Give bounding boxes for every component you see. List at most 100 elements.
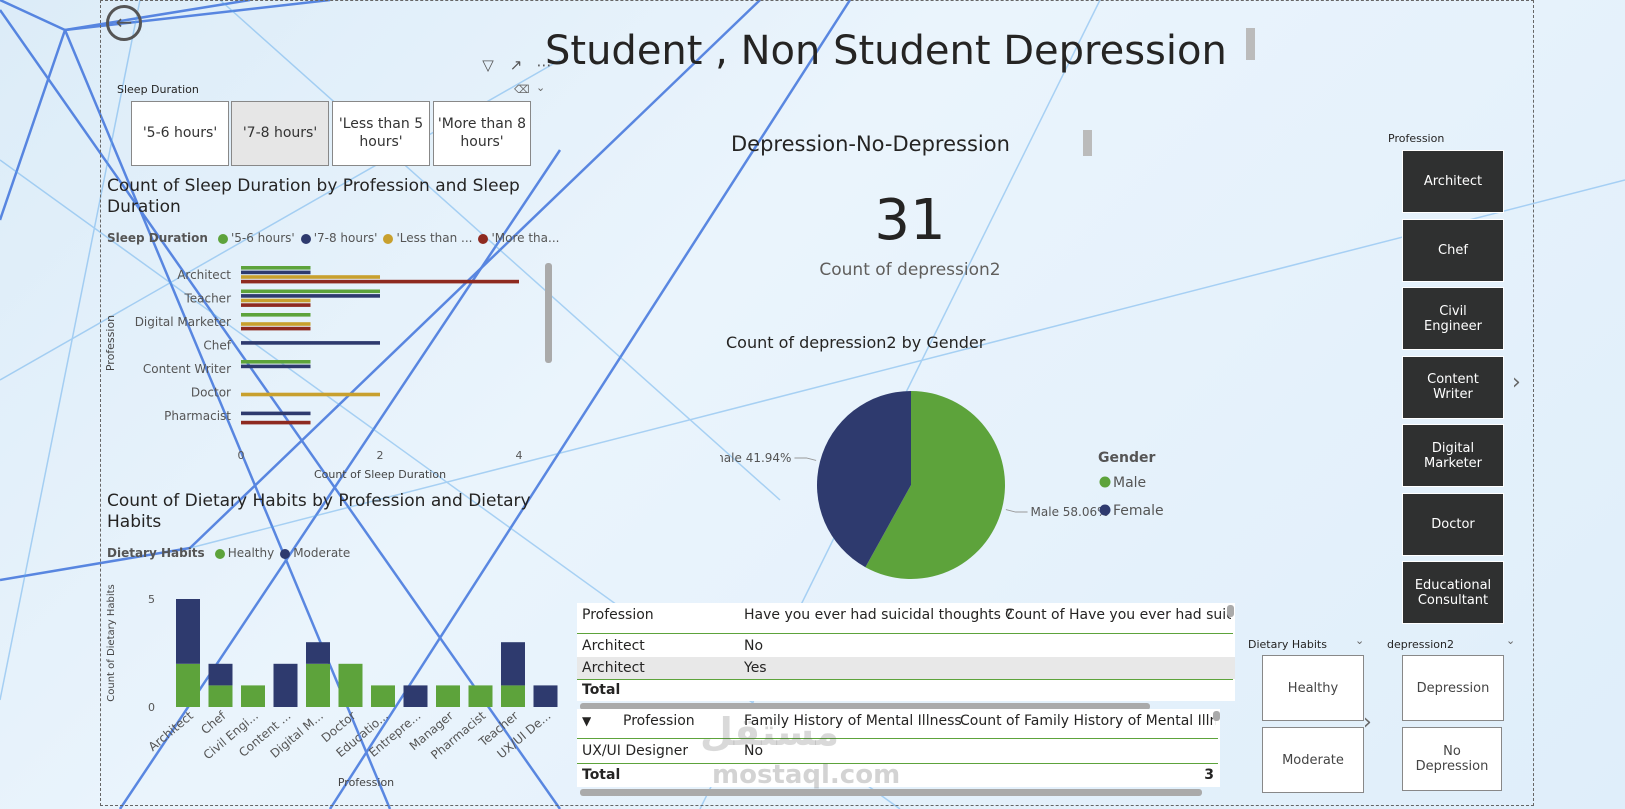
table-scrollbar[interactable]: [1213, 711, 1220, 721]
slice-label: Male 58.06%: [1031, 505, 1109, 519]
eraser-icon[interactable]: ⌫: [514, 83, 530, 96]
bar-segment: [468, 685, 493, 707]
sleep-chart-legend: Sleep Duration '5-6 hours' '7-8 hours' '…: [107, 231, 559, 245]
profession-option[interactable]: Content Writer: [1402, 355, 1504, 419]
legend-marker: [1099, 504, 1111, 516]
column-header[interactable]: Profession: [623, 710, 695, 732]
y-axis-label: Count of Dietary Habits: [106, 584, 117, 702]
diet-option-healthy[interactable]: Healthy: [1262, 655, 1364, 721]
bar-segment: [338, 663, 363, 707]
category-label: Teacher: [183, 291, 231, 305]
focus-mode-icon[interactable]: ↗: [506, 56, 526, 74]
bar: [241, 303, 311, 307]
gender-pie-chart: Male 58.06% Female 41.94% Gender Male Female: [720, 391, 1164, 579]
sleep-chart-scrollbar[interactable]: [545, 263, 552, 363]
bar: [241, 313, 311, 317]
table-row: Architect Yes: [577, 657, 1235, 679]
x-tick-label: 2: [377, 449, 384, 462]
pie-chart-title: Count of depression2 by Gender: [726, 333, 986, 352]
sleep-option-less-5[interactable]: 'Less than 5 hours': [332, 101, 430, 166]
bar: [241, 411, 311, 416]
bar-segment: [533, 685, 558, 707]
y-tick-label: 0: [148, 701, 155, 714]
kpi-value: 31: [874, 188, 946, 253]
bar-segment: [501, 685, 525, 707]
x-axis-label: Profession: [338, 776, 394, 789]
table-header: Profession Have you ever had suicidal th…: [577, 604, 1235, 626]
sleep-option-7-8[interactable]: '7-8 hours': [231, 101, 329, 166]
leader-line: [1005, 509, 1028, 513]
legend-item: Moderate: [280, 546, 350, 560]
column-header[interactable]: Have you ever had suicidal thoughts ?: [744, 604, 1013, 626]
dietary-habits-stacked-column-chart: Architect ChefCivil Engi...Content ...Dig…: [106, 584, 558, 789]
table-row: Architect No: [582, 638, 764, 654]
category-label: Doctor: [191, 385, 231, 399]
category-label: Content Writer: [143, 362, 231, 376]
bar: [241, 294, 380, 298]
bar: [241, 341, 380, 345]
column-header[interactable]: Profession: [582, 604, 654, 626]
category-label: Architect: [146, 708, 196, 754]
category-label: Architect: [177, 268, 231, 282]
bar: [241, 420, 311, 425]
sleep-duration-slicer: Sleep Duration ⌫ ⌄ '5-6 hours' '7-8 hour…: [110, 80, 555, 172]
filter-icon[interactable]: ▽: [478, 56, 498, 74]
table-scrollbar[interactable]: [1227, 605, 1234, 617]
legend-title: Gender: [1098, 450, 1155, 466]
sleep-option-5-6[interactable]: '5-6 hours': [131, 101, 229, 166]
bar: [241, 298, 311, 303]
chevron-down-icon[interactable]: ⌄: [536, 81, 545, 94]
chevron-down-icon[interactable]: ▼: [582, 710, 591, 732]
more-options-icon[interactable]: ⋯: [534, 56, 554, 74]
sleep-option-more-8[interactable]: 'More than 8 hours': [433, 101, 531, 166]
leader-line: [794, 457, 817, 461]
diet-slicer-title: Dietary Habits: [1248, 638, 1327, 651]
y-tick-label: 5: [148, 593, 155, 606]
scrollbar[interactable]: [1246, 28, 1255, 60]
bar-segment: [501, 642, 525, 686]
bar-segment: [436, 685, 460, 707]
bar: [241, 322, 311, 326]
visual-header: ▽ ↗ ⋯: [478, 56, 554, 74]
profession-option[interactable]: Educational Consultant: [1402, 561, 1504, 624]
profession-slicer-title: Profession: [1388, 132, 1445, 145]
legend-item: Healthy: [214, 546, 274, 560]
bar: [241, 360, 311, 364]
table-horizontal-scrollbar[interactable]: [580, 789, 1202, 796]
chevron-right-icon[interactable]: ›: [1512, 370, 1521, 395]
kpi-scrollbar[interactable]: [1083, 130, 1092, 156]
back-arrow-icon[interactable]: ←: [106, 5, 142, 41]
chevron-down-icon[interactable]: ⌄: [1506, 634, 1515, 647]
legend-item: Female: [1113, 503, 1164, 519]
legend-item: Male: [1113, 475, 1146, 491]
page-title: Student , Non Student Depression: [545, 28, 1227, 74]
legend-title: Dietary Habits: [107, 546, 205, 560]
profession-option[interactable]: Architect: [1402, 150, 1504, 213]
slicer-title: Sleep Duration: [117, 83, 199, 96]
chevron-down-icon[interactable]: ⌄: [1355, 634, 1364, 647]
profession-option[interactable]: Chef: [1402, 218, 1504, 282]
suicidal-thoughts-table: Profession Have you ever had suicidal th…: [577, 603, 1235, 701]
category-label: Chef: [203, 338, 231, 352]
legend-item: 'More tha...: [478, 231, 559, 245]
column-header[interactable]: Count of Family History of Mental Illnes: [960, 710, 1216, 732]
sleep-duration-bar-chart: Architect Teacher Digital Marketer Chef Cont…: [104, 266, 523, 481]
depression-option-no-depression[interactable]: No Depression: [1402, 727, 1502, 791]
bar: [241, 326, 311, 331]
profession-option[interactable]: Civil Engineer: [1402, 287, 1504, 350]
table-header: ▼ Profession Family History of Mental Il…: [577, 710, 1220, 732]
diet-chart-legend: Dietary Habits Healthy Moderate: [107, 546, 350, 560]
depression-option-depression[interactable]: Depression: [1402, 655, 1504, 721]
chevron-right-icon[interactable]: ›: [1363, 710, 1372, 735]
bar-segment: [403, 685, 428, 707]
bar-segment: [208, 685, 233, 707]
profession-option[interactable]: Digital Marketer: [1402, 424, 1504, 487]
column-header[interactable]: Count of Have you ever had suicid: [1005, 604, 1231, 626]
category-label: Pharmacist: [164, 409, 231, 423]
category-label: Digital Marketer: [135, 315, 231, 329]
bar: [241, 266, 311, 270]
profession-option[interactable]: Doctor: [1402, 492, 1504, 556]
legend-item: 'Less than ...: [383, 231, 472, 245]
depression-slicer-title: depression2: [1387, 638, 1454, 651]
diet-option-moderate[interactable]: Moderate: [1262, 727, 1364, 793]
